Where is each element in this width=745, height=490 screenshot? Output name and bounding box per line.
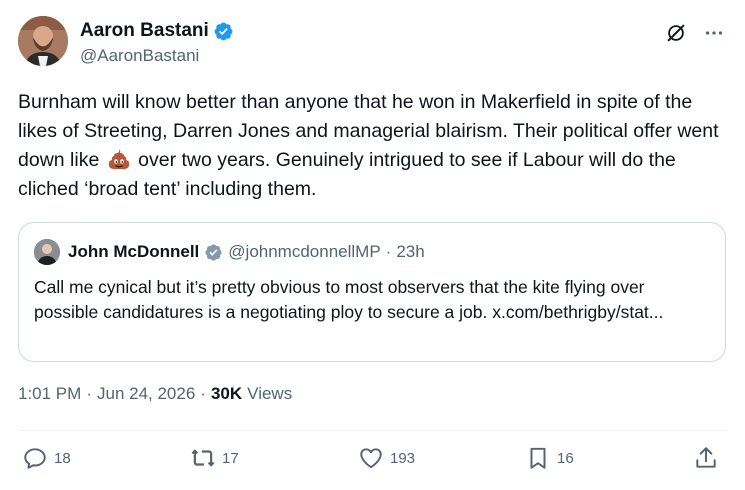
repost-count: 17 [222,449,239,467]
tweet-header: Aaron Bastani @AaronBastani [18,16,727,68]
author-handle[interactable]: @AaronBastani [80,46,234,66]
share-icon [696,447,716,468]
meta-separator: · [86,384,92,403]
tweet-time[interactable]: 1:01 PM [18,384,81,404]
quoted-verified-badge-icon [204,243,223,262]
bookmark-button[interactable]: 16 [525,445,574,471]
meta-separator-2: · [200,384,206,403]
quoted-author-avatar [34,239,60,265]
heart-icon [360,448,382,469]
more-options-icon[interactable] [701,20,727,46]
share-button[interactable] [693,445,719,471]
bookmark-count: 16 [557,449,574,467]
repost-icon [191,449,215,467]
tweet-text: Burnham will know better than anyone tha… [18,88,730,204]
tweet-date[interactable]: Jun 24, 2026 [97,384,195,404]
divider [18,430,727,431]
quoted-tweet-text: Call me cynical but it’s pretty obvious … [34,277,664,322]
author-avatar[interactable] [18,16,68,66]
like-count: 193 [390,449,416,467]
quoted-author-handle: @johnmcdonnellMP [228,242,381,261]
reply-icon [24,448,46,469]
repost-button[interactable]: 17 [190,445,239,471]
reply-button[interactable]: 18 [22,445,71,471]
grok-icon[interactable] [663,20,689,46]
verified-badge-icon[interactable] [213,21,234,42]
tweet-meta: 1:01 PM · Jun 24, 2026 · 30K Views [18,384,292,404]
bookmark-icon [530,447,546,469]
pile-of-poo-icon [107,147,131,171]
like-button[interactable]: 193 [358,445,415,471]
views-count[interactable]: 30K [211,384,242,404]
quoted-tweet[interactable]: John McDonnell @johnmcdonnellMP · 23h Ca… [18,222,726,362]
author-display-name[interactable]: Aaron Bastani [80,20,209,42]
quoted-author-display-name: John McDonnell [68,242,200,261]
action-bar: 18 17 193 16 [22,445,727,475]
reply-count: 18 [54,449,71,467]
quoted-separator: · [385,242,392,261]
quoted-timestamp: 23h [396,242,425,261]
views-label: Views [247,384,293,403]
